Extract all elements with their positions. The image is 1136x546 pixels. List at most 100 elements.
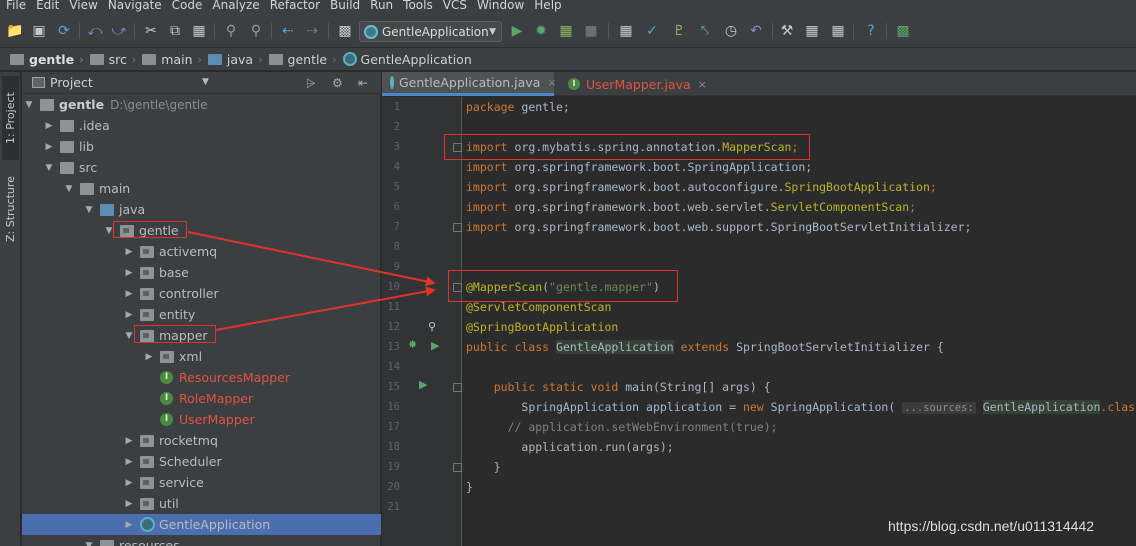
editor-gutter[interactable]: 1 2 3 4 5 6 7 8 9 10 11 12 13 14 15 16 17 18 19 20 21 ⚲ ✸ ▶ … (382, 97, 462, 546)
code-editor[interactable]: package gentle; import org.mybatis.sprin… (463, 97, 1136, 546)
plugin-icon[interactable]: ▩ (894, 22, 912, 40)
open-folder-icon[interactable]: 📁 (6, 22, 24, 40)
menu-analyze[interactable]: Analyze (206, 0, 263, 11)
menu-edit[interactable]: Edit (30, 0, 63, 11)
tree-item[interactable]: I RoleMapper (22, 388, 381, 409)
close-icon[interactable]: × (547, 76, 556, 89)
chevron-right-icon[interactable]: ▶ (124, 478, 134, 488)
menu-help[interactable]: Help (528, 0, 565, 11)
chevron-right-icon[interactable]: ▶ (124, 457, 134, 467)
fold-marker[interactable] (453, 463, 462, 472)
menu-navigate[interactable]: Navigate (102, 0, 166, 11)
structure-tool-tab[interactable]: Z: Structure (2, 164, 19, 254)
paste-icon[interactable]: ▦ (190, 22, 208, 40)
undo-icon[interactable]: ⤺ (86, 22, 104, 40)
chevron-right-icon[interactable]: ▶ (124, 247, 134, 257)
run-icon[interactable]: ▶ (431, 339, 439, 352)
tree-item[interactable]: I ResourcesMapper (22, 367, 381, 388)
breadcrumb-item-main[interactable]: main › (142, 52, 202, 67)
chevron-right-icon[interactable]: ▶ (144, 352, 154, 362)
chevron-down-icon[interactable]: ▼ (64, 184, 74, 194)
project-view-select[interactable]: Project (50, 75, 93, 90)
replace-icon[interactable]: ⚲ (247, 22, 265, 40)
revert-icon[interactable]: ↶ (747, 22, 765, 40)
menu-window[interactable]: Window (471, 0, 528, 11)
chevron-right-icon[interactable]: ▶ (124, 436, 134, 446)
stop-icon[interactable]: ■ (582, 22, 600, 40)
chevron-right-icon[interactable]: ▶ (124, 310, 134, 320)
chevron-down-icon[interactable]: ▼ (84, 205, 94, 215)
breadcrumb-item-src[interactable]: src › (89, 52, 136, 67)
tree-item[interactable]: ▶ rocketmq (22, 430, 381, 451)
settings-icon[interactable]: ⚒ (778, 22, 796, 40)
tree-item[interactable]: ▼ main (22, 178, 381, 199)
save-icon[interactable]: ▣ (30, 22, 48, 40)
menu-tools[interactable]: Tools (397, 0, 437, 11)
chevron-down-icon[interactable]: ▼ (124, 331, 134, 341)
tree-item[interactable]: ▶ controller (22, 283, 381, 304)
menu-build[interactable]: Build (324, 0, 364, 11)
vcs-push-icon[interactable]: ⤣ (696, 22, 714, 40)
tree-item[interactable]: ▼ src (22, 157, 381, 178)
forward-icon[interactable]: ⇢ (303, 22, 321, 40)
project-structure-icon[interactable]: ▦ (803, 22, 821, 40)
breadcrumb-item-class[interactable]: GentleApplication (342, 52, 472, 67)
gear-icon[interactable]: ⚙ (332, 76, 343, 90)
menu-refactor[interactable]: Refactor (264, 0, 324, 11)
chevron-right-icon[interactable]: ▶ (124, 499, 134, 509)
sync-icon[interactable]: ⟳ (55, 22, 73, 40)
run-icon[interactable]: ▶ (508, 22, 526, 40)
tree-item[interactable]: ▶ .idea (22, 115, 381, 136)
chevron-right-icon[interactable]: ▶ (44, 142, 54, 152)
run-icon[interactable]: ▶ (419, 378, 427, 391)
chevron-right-icon[interactable]: ▶ (124, 289, 134, 299)
fold-marker[interactable] (453, 223, 462, 232)
chevron-right-icon[interactable]: ▶ (124, 520, 134, 530)
collapse-all-icon[interactable]: ⩥ (306, 76, 316, 91)
project-tool-tab[interactable]: 1: Project (2, 76, 19, 160)
tree-item[interactable]: I UserMapper (22, 409, 381, 430)
help-icon[interactable]: ? (862, 22, 880, 40)
copy-icon[interactable]: ⧉ (166, 22, 184, 40)
chevron-right-icon[interactable]: ▶ (124, 268, 134, 278)
coverage-icon[interactable]: ▦ (557, 22, 575, 40)
tree-item[interactable]: ▶ service (22, 472, 381, 493)
menu-view[interactable]: View (63, 0, 101, 11)
chevron-down-icon[interactable]: ▼ (44, 163, 54, 173)
tree-item[interactable]: ▼ resources (22, 535, 381, 546)
chevron-down-icon[interactable]: ▼ (84, 541, 94, 546)
menu-file[interactable]: File (0, 0, 30, 11)
breadcrumb-item-package[interactable]: gentle › (268, 52, 337, 67)
toggle-icon[interactable]: ▦ (617, 22, 635, 40)
tree-item[interactable]: ▼ java (22, 199, 381, 220)
redo-icon[interactable]: ⤻ (110, 22, 128, 40)
tree-item[interactable]: ▶ xml (22, 346, 381, 367)
breadcrumb-item-gentle[interactable]: gentle › (10, 52, 84, 67)
debug-icon[interactable]: ✹ (532, 22, 550, 40)
tree-item[interactable]: ▶ entity (22, 304, 381, 325)
run-configuration-select[interactable]: GentleApplication ▼ (359, 21, 502, 42)
hide-panel-icon[interactable]: ⇤ (358, 76, 368, 90)
menu-code[interactable]: Code (166, 0, 207, 11)
breadcrumb-item-java[interactable]: java › (207, 52, 263, 67)
close-icon[interactable]: × (698, 78, 707, 91)
tree-item[interactable]: ▶ base (22, 262, 381, 283)
spring-bean-icon[interactable]: ✸ (408, 338, 417, 351)
menu-vcs[interactable]: VCS (437, 0, 471, 11)
find-usages-icon[interactable]: ⚲ (428, 320, 436, 333)
menu-run[interactable]: Run (364, 0, 397, 11)
find-icon[interactable]: ⚲ (222, 22, 240, 40)
tree-item[interactable]: ▶ activemq (22, 241, 381, 262)
chevron-down-icon[interactable]: ▼ (202, 77, 209, 87)
back-icon[interactable]: ⇠ (279, 22, 297, 40)
sdk-icon[interactable]: ▦ (829, 22, 847, 40)
vcs-commit-icon[interactable]: ♇ (670, 22, 688, 40)
fold-marker[interactable] (453, 383, 462, 392)
tree-item[interactable]: ▶ util (22, 493, 381, 514)
chevron-right-icon[interactable]: ▶ (44, 121, 54, 131)
vcs-update-icon[interactable]: ✓ (643, 22, 661, 40)
chevron-down-icon[interactable]: ▼ (24, 100, 34, 110)
tree-item[interactable]: ▶ lib (22, 136, 381, 157)
tree-item[interactable]: ▼ gentle (22, 220, 381, 241)
cut-icon[interactable]: ✂ (142, 22, 160, 40)
